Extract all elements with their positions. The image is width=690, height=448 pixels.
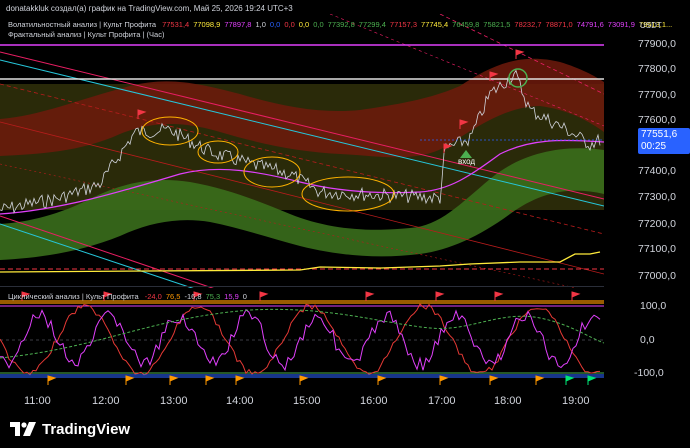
time-axis-label: 17:00 <box>428 395 456 407</box>
pane-separator[interactable] <box>0 286 604 287</box>
cyclic-value: -24,0 <box>144 292 162 301</box>
volatility-value: 77157,3 <box>389 20 418 29</box>
volatility-value: 0,0 <box>298 20 310 29</box>
volatility-indicator-label: Волатильностный анализ | Культ Профита <box>8 20 156 29</box>
volatility-indicator-legend[interactable]: Волатильностный анализ | Культ Профита 7… <box>8 20 672 29</box>
flag-icon <box>515 49 525 59</box>
volatility-value: 0,0 <box>284 20 295 29</box>
time-axis-label: 13:00 <box>160 395 188 407</box>
volatility-value: 76459,8 <box>452 20 480 29</box>
cyclic-value: 15,9 <box>224 292 239 301</box>
volatility-value: 75821,5 <box>483 20 511 29</box>
price-axis-label: 77300,0 <box>638 191 676 203</box>
current-price-label: 77551,6 00:25 <box>638 128 690 154</box>
chart-app: donatakkluk создал(а) график на TradingV… <box>0 0 690 448</box>
cyclic-value: 75,3 <box>205 292 221 301</box>
cyclic-value: 76,5 <box>165 292 181 301</box>
currency-label: USDT <box>640 21 662 30</box>
time-axis-label: 11:00 <box>24 395 51 407</box>
volatility-value: 77299,4 <box>358 20 386 29</box>
time-axis-label: 19:00 <box>562 395 590 407</box>
cyclic-value: 0 <box>242 292 247 301</box>
volatility-value: 77392,8 <box>327 20 355 29</box>
chart-header-title: donatakkluk создал(а) график на TradingV… <box>6 4 293 13</box>
fractal-indicator-legend[interactable]: Фрактальный анализ | Культ Профита | (Ча… <box>8 30 164 39</box>
volatility-indicator-values: 77531,4 77098,9 77897,8 1,0 0,0 0,0 0,0 0,0 7739… <box>158 20 672 29</box>
entry-label: вход <box>458 157 475 166</box>
time-axis-label: 12:00 <box>92 395 120 407</box>
cyclic-indicator-label: Циклический анализ | Культ Профита <box>8 292 139 301</box>
price-axis-label: 77000,0 <box>638 270 676 282</box>
price-axis-label: 77800,0 <box>638 63 676 75</box>
main-price-pane[interactable]: вход <box>0 14 604 294</box>
tradingview-brand: TradingView <box>42 420 131 438</box>
price-axis-label: 77200,0 <box>638 218 676 230</box>
volatility-value: 77098,9 <box>193 20 221 29</box>
volatility-value: 78871,0 <box>545 20 573 29</box>
cyclic-value: -16,8 <box>184 292 202 301</box>
volatility-value: 1,0 <box>255 20 266 29</box>
time-axis-label: 18:00 <box>494 395 522 407</box>
time-axis-label: 14:00 <box>226 395 254 407</box>
volatility-value: 74791,6 <box>576 20 604 29</box>
volatility-value: 77897,8 <box>224 20 252 29</box>
price-axis-label: 77100,0 <box>638 243 676 255</box>
volatility-value: 77745,4 <box>421 20 449 29</box>
footer-bar: TradingView <box>0 410 690 448</box>
price-axis-label: 77700,0 <box>638 89 676 101</box>
oscillator-axis-label: 0,0 <box>640 334 655 346</box>
volatility-value: 77531,4 <box>162 20 190 29</box>
time-axis-label: 16:00 <box>360 395 388 407</box>
cyclic-indicator-legend[interactable]: Циклический анализ | Культ Профита -24,0… <box>8 292 247 301</box>
fractal-indicator-label: Фрактальный анализ | Культ Профита | (Ча… <box>8 30 165 39</box>
price-axis-label: 77900,0 <box>638 38 676 50</box>
tradingview-logo[interactable]: TradingView <box>10 421 130 438</box>
current-price-value: 77551,6 <box>641 129 678 140</box>
oscillator-axis-label: 100,0 <box>640 300 667 312</box>
price-axis-label: 77400,0 <box>638 165 676 177</box>
tradingview-logo-icon <box>10 422 36 436</box>
volatility-value: 0,0 <box>313 20 324 29</box>
volatility-value: 0,0 <box>269 20 281 29</box>
oscillator-axis-label: -100,0 <box>634 367 664 379</box>
candle-countdown: 00:25 <box>641 141 667 152</box>
cyclic-indicator-values: -24,0 76,5 -16,8 75,3 15,9 0 <box>141 292 247 301</box>
volatility-value: 78232,7 <box>514 20 542 29</box>
price-axis-label: 77600,0 <box>638 114 676 126</box>
cyclic-oscillator-pane[interactable] <box>0 288 604 388</box>
time-axis-label: 15:00 <box>293 395 321 407</box>
